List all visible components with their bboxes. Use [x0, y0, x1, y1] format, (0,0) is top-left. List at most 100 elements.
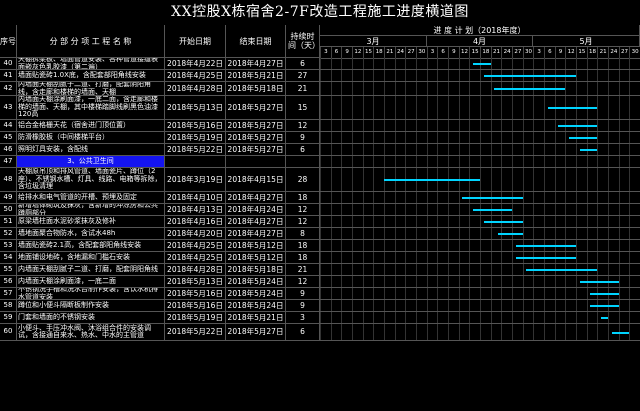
- task-name[interactable]: 内墙面天棚涂刷面漆，一底二面，含走廊和楼梯的墙面、天棚，其中楼梯踏脚线刷黑色油漆…: [17, 96, 165, 120]
- start-date[interactable]: 2018年4月25日: [165, 70, 226, 82]
- start-date[interactable]: 2018年4月28日: [165, 82, 226, 96]
- end-date[interactable]: 2018年4月15日: [226, 168, 286, 192]
- row-number[interactable]: 53: [0, 240, 17, 252]
- start-date[interactable]: 2018年3月19日: [165, 168, 226, 192]
- start-date[interactable]: 2018年5月19日: [165, 312, 226, 324]
- row-number[interactable]: 56: [0, 276, 17, 288]
- duration[interactable]: 12: [286, 120, 320, 132]
- task-name[interactable]: 原梁墙柱面水泥砂浆抹灰及修补: [17, 216, 165, 228]
- end-date[interactable]: 2018年5月12日: [226, 252, 286, 264]
- row-number[interactable]: 49: [0, 192, 17, 204]
- row-number[interactable]: 43: [0, 96, 17, 120]
- task-name[interactable]: 墙地面聚合物防水，含试水48h: [17, 228, 165, 240]
- task-name[interactable]: 天棚拆梁板、墙面管道安装、各种管道接缝表面嵌灰色乳胶漆（第二遍）: [17, 58, 165, 70]
- task-name[interactable]: 内墙面天棚涂刷面漆，一底二面: [17, 276, 165, 288]
- end-date[interactable]: [226, 156, 286, 168]
- duration[interactable]: 18: [286, 192, 320, 204]
- task-name[interactable]: 不锈钢洗手槽和洗水台制作安装，含饮水机排水管道安装: [17, 288, 165, 300]
- duration[interactable]: 9: [286, 288, 320, 300]
- start-date[interactable]: 2018年5月16日: [165, 120, 226, 132]
- end-date[interactable]: 2018年4月24日: [226, 204, 286, 216]
- start-date[interactable]: 2018年5月22日: [165, 144, 226, 156]
- row-number[interactable]: 46: [0, 144, 17, 156]
- row-number[interactable]: 41: [0, 70, 17, 82]
- duration[interactable]: 15: [286, 96, 320, 120]
- start-date[interactable]: 2018年5月16日: [165, 288, 226, 300]
- row-number[interactable]: 47: [0, 156, 17, 168]
- end-date[interactable]: 2018年4月27日: [226, 228, 286, 240]
- task-name[interactable]: 给排水和电气管道的开槽、预埋及固定: [17, 192, 165, 204]
- task-name[interactable]: 内墙面天棚刮腻子二道、打磨，配套阴阳角线: [17, 264, 165, 276]
- start-date[interactable]: 2018年5月13日: [165, 96, 226, 120]
- duration[interactable]: 27: [286, 70, 320, 82]
- row-number[interactable]: 60: [0, 324, 17, 341]
- duration[interactable]: 8: [286, 228, 320, 240]
- task-name[interactable]: 墙面贴瓷砖1.0X底，含配套部阳角线安装: [17, 70, 165, 82]
- end-date[interactable]: 2018年5月24日: [226, 300, 286, 312]
- start-date[interactable]: 2018年5月22日: [165, 324, 226, 341]
- task-name[interactable]: 天棚原吊顶和排风管道、墙面瓷片、蹲位（2座）、不锈钢水槽、灯具、线路、电箱等拆除…: [17, 168, 165, 192]
- duration[interactable]: 6: [286, 324, 320, 341]
- duration[interactable]: 6: [286, 58, 320, 70]
- end-date[interactable]: 2018年5月18日: [226, 82, 286, 96]
- start-date[interactable]: 2018年4月25日: [165, 240, 226, 252]
- row-number[interactable]: 50: [0, 204, 17, 216]
- duration[interactable]: 9: [286, 132, 320, 144]
- duration[interactable]: [286, 156, 320, 168]
- task-name[interactable]: 墙面贴瓷砖2.1高，含配套部阳角线安装: [17, 240, 165, 252]
- end-date[interactable]: 2018年5月21日: [226, 70, 286, 82]
- duration[interactable]: 18: [286, 240, 320, 252]
- row-number[interactable]: 59: [0, 312, 17, 324]
- row-number[interactable]: 57: [0, 288, 17, 300]
- start-date[interactable]: 2018年4月28日: [165, 264, 226, 276]
- start-date[interactable]: 2018年5月19日: [165, 132, 226, 144]
- duration[interactable]: 12: [286, 276, 320, 288]
- duration[interactable]: 18: [286, 252, 320, 264]
- start-date[interactable]: 2018年4月10日: [165, 192, 226, 204]
- task-name[interactable]: 小便斗、手压冲水阀、沐浴组合件的安装调试，含接通自来水、热水、中水的主管道: [17, 324, 165, 341]
- task-name[interactable]: 照明灯具安装，含配线: [17, 144, 165, 156]
- row-number[interactable]: 58: [0, 300, 17, 312]
- end-date[interactable]: 2018年5月27日: [226, 324, 286, 341]
- end-date[interactable]: 2018年5月21日: [226, 312, 286, 324]
- row-number[interactable]: 52: [0, 228, 17, 240]
- duration[interactable]: 12: [286, 216, 320, 228]
- end-date[interactable]: 2018年5月18日: [226, 264, 286, 276]
- duration[interactable]: 9: [286, 300, 320, 312]
- start-date[interactable]: 2018年4月25日: [165, 252, 226, 264]
- duration[interactable]: 12: [286, 204, 320, 216]
- start-date[interactable]: [165, 156, 226, 168]
- end-date[interactable]: 2018年5月27日: [226, 120, 286, 132]
- row-number[interactable]: 40: [0, 58, 17, 70]
- duration[interactable]: 21: [286, 264, 320, 276]
- start-date[interactable]: 2018年4月20日: [165, 228, 226, 240]
- duration[interactable]: 3: [286, 312, 320, 324]
- start-date[interactable]: 2018年5月13日: [165, 276, 226, 288]
- row-number[interactable]: 51: [0, 216, 17, 228]
- end-date[interactable]: 2018年5月27日: [226, 132, 286, 144]
- end-date[interactable]: 2018年4月27日: [226, 216, 286, 228]
- end-date[interactable]: 2018年5月12日: [226, 240, 286, 252]
- start-date[interactable]: 2018年5月16日: [165, 300, 226, 312]
- task-name[interactable]: 新增墙体砌筑及抹灰，含新增的冲凉房和公共蹲厕部分: [17, 204, 165, 216]
- row-number[interactable]: 42: [0, 82, 17, 96]
- duration[interactable]: 6: [286, 144, 320, 156]
- start-date[interactable]: 2018年4月16日: [165, 216, 226, 228]
- row-number[interactable]: 54: [0, 252, 17, 264]
- end-date[interactable]: 2018年5月24日: [226, 276, 286, 288]
- row-number[interactable]: 44: [0, 120, 17, 132]
- end-date[interactable]: 2018年5月27日: [226, 144, 286, 156]
- row-number[interactable]: 45: [0, 132, 17, 144]
- start-date[interactable]: 2018年4月13日: [165, 204, 226, 216]
- task-name[interactable]: 防滑橡胶板（中间楼梯平台）: [17, 132, 165, 144]
- section-label[interactable]: 3、公共卫生间: [17, 156, 165, 168]
- row-number[interactable]: 48: [0, 168, 17, 192]
- duration[interactable]: 21: [286, 82, 320, 96]
- task-name[interactable]: 内墙面天棚刮腻子二道、打磨，配套阴阳角线，含走廊和楼梯的墙面、天棚: [17, 82, 165, 96]
- end-date[interactable]: 2018年5月27日: [226, 96, 286, 120]
- task-name[interactable]: 铝合金格栅天花（宿舍进门顶位置）: [17, 120, 165, 132]
- task-name[interactable]: 地面铺设地砖，含地漏和门槛石安装: [17, 252, 165, 264]
- task-name[interactable]: 蹲位和小便斗隔断板制作安装: [17, 300, 165, 312]
- duration[interactable]: 28: [286, 168, 320, 192]
- start-date[interactable]: 2018年4月22日: [165, 58, 226, 70]
